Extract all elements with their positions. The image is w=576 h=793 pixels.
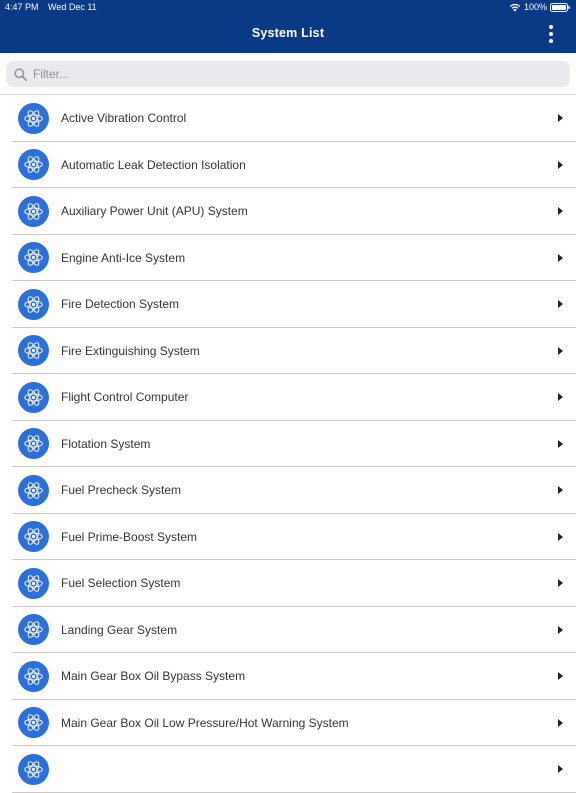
- chevron-right-icon: [558, 300, 563, 308]
- system-icon: [18, 474, 49, 506]
- search-icon: [14, 67, 27, 81]
- system-icon: [18, 242, 49, 273]
- list-item-label: Main Gear Box Oil Bypass System: [61, 669, 246, 683]
- chevron-right-icon: [558, 579, 563, 587]
- list-item[interactable]: Fuel Prime-Boost System: [12, 514, 576, 560]
- chevron-right-icon: [558, 114, 563, 122]
- chevron-right-icon: [558, 625, 563, 634]
- atom-icon: [24, 714, 43, 731]
- system-icon: [18, 381, 49, 413]
- list-item[interactable]: Automatic Leak Detection Isolation: [12, 142, 576, 188]
- list-item-label: Flight Control Computer: [61, 390, 189, 404]
- list-item-label: Fuel Precheck System: [61, 483, 182, 497]
- atom-icon: [24, 295, 43, 313]
- filter-input[interactable]: [33, 67, 553, 81]
- list-item[interactable]: Main Gear Box Oil Low Pressure/Hot Warni…: [12, 700, 576, 746]
- system-icon: [18, 102, 49, 134]
- list-item[interactable]: Landing Gear System: [12, 607, 576, 653]
- system-icon: [18, 149, 49, 180]
- atom-icon: [24, 481, 43, 499]
- list-item-label: Main Gear Box Oil Low Pressure/Hot Warni…: [61, 715, 349, 730]
- system-icon: [18, 753, 49, 785]
- chevron-right-icon: [558, 672, 563, 680]
- chevron-right-icon: [558, 439, 563, 448]
- list-item-label: Fuel Prime-Boost System: [61, 529, 198, 544]
- chevron-right-icon: [558, 765, 563, 773]
- chevron-right-icon: [558, 253, 563, 262]
- chevron-right-icon: [558, 486, 563, 494]
- atom-icon: [24, 156, 43, 173]
- page-title: System List: [251, 26, 325, 40]
- list-item-label: Fire Extinguishing System: [61, 343, 200, 358]
- atom-icon: [24, 667, 43, 685]
- atom-icon: [24, 574, 43, 592]
- list-item-label: Fire Detection System: [61, 297, 180, 311]
- battery-percent: 100%: [523, 2, 547, 12]
- atom-icon: [24, 342, 43, 359]
- app-header: 4:47 PM Wed Dec 11 100% System List: [0, 0, 576, 53]
- list-item-label: Flotation System: [61, 436, 151, 451]
- list-item[interactable]: [12, 746, 576, 793]
- list-item-label: Fuel Selection System: [61, 576, 181, 590]
- list-item[interactable]: Auxiliary Power Unit (APU) System: [12, 188, 576, 235]
- atom-icon: [24, 388, 43, 406]
- status-indicators: 100%: [509, 0, 570, 15]
- atom-icon: [24, 435, 43, 452]
- system-icon: [18, 195, 49, 227]
- system-icon: [18, 567, 49, 599]
- list-item-label: Active Vibration Control: [61, 111, 187, 125]
- system-icon: [18, 614, 49, 645]
- chevron-right-icon: [558, 160, 563, 169]
- list-item[interactable]: Engine Anti-Ice System: [12, 235, 576, 281]
- list-item[interactable]: Fuel Selection System: [12, 560, 576, 607]
- atom-icon: [24, 760, 43, 778]
- chevron-right-icon: [558, 207, 563, 215]
- atom-icon: [24, 621, 43, 638]
- atom-icon: [24, 202, 43, 220]
- system-icon: [18, 335, 49, 366]
- status-date: Wed Dec 11: [48, 2, 97, 12]
- chevron-right-icon: [558, 532, 563, 541]
- system-list: Active Vibration Control Automatic Leak D…: [0, 94, 576, 793]
- system-icon: [18, 660, 49, 692]
- chevron-right-icon: [558, 393, 563, 401]
- more-options-button[interactable]: [543, 23, 559, 45]
- wifi-icon: [509, 3, 521, 12]
- status-bar: 4:47 PM Wed Dec 11 100%: [0, 0, 576, 15]
- list-item-label: Landing Gear System: [61, 622, 178, 637]
- list-item[interactable]: Flotation System: [12, 421, 576, 467]
- chevron-right-icon: [558, 346, 563, 355]
- list-item[interactable]: Flight Control Computer: [12, 374, 576, 421]
- list-item-label: Auxiliary Power Unit (APU) System: [61, 204, 248, 218]
- list-item[interactable]: Main Gear Box Oil Bypass System: [12, 653, 576, 700]
- system-icon: [18, 288, 49, 320]
- atom-icon: [24, 109, 43, 127]
- list-item-label: Engine Anti-Ice System: [61, 250, 186, 265]
- list-item[interactable]: Active Vibration Control: [12, 95, 576, 142]
- list-item[interactable]: Fire Extinguishing System: [12, 328, 576, 374]
- more-vertical-icon: [549, 25, 553, 29]
- system-icon: [18, 521, 49, 552]
- search-bar: [0, 53, 576, 94]
- status-time: 4:47 PM: [5, 2, 39, 12]
- atom-icon: [24, 528, 43, 545]
- atom-icon: [24, 249, 43, 266]
- battery-icon: [550, 3, 570, 12]
- chevron-right-icon: [558, 718, 563, 727]
- system-icon: [18, 707, 49, 738]
- system-icon: [18, 428, 49, 459]
- list-item[interactable]: Fuel Precheck System: [12, 467, 576, 514]
- filter-field[interactable]: [6, 61, 570, 87]
- list-item-label: Automatic Leak Detection Isolation: [61, 157, 246, 172]
- list-item[interactable]: Fire Detection System: [12, 281, 576, 328]
